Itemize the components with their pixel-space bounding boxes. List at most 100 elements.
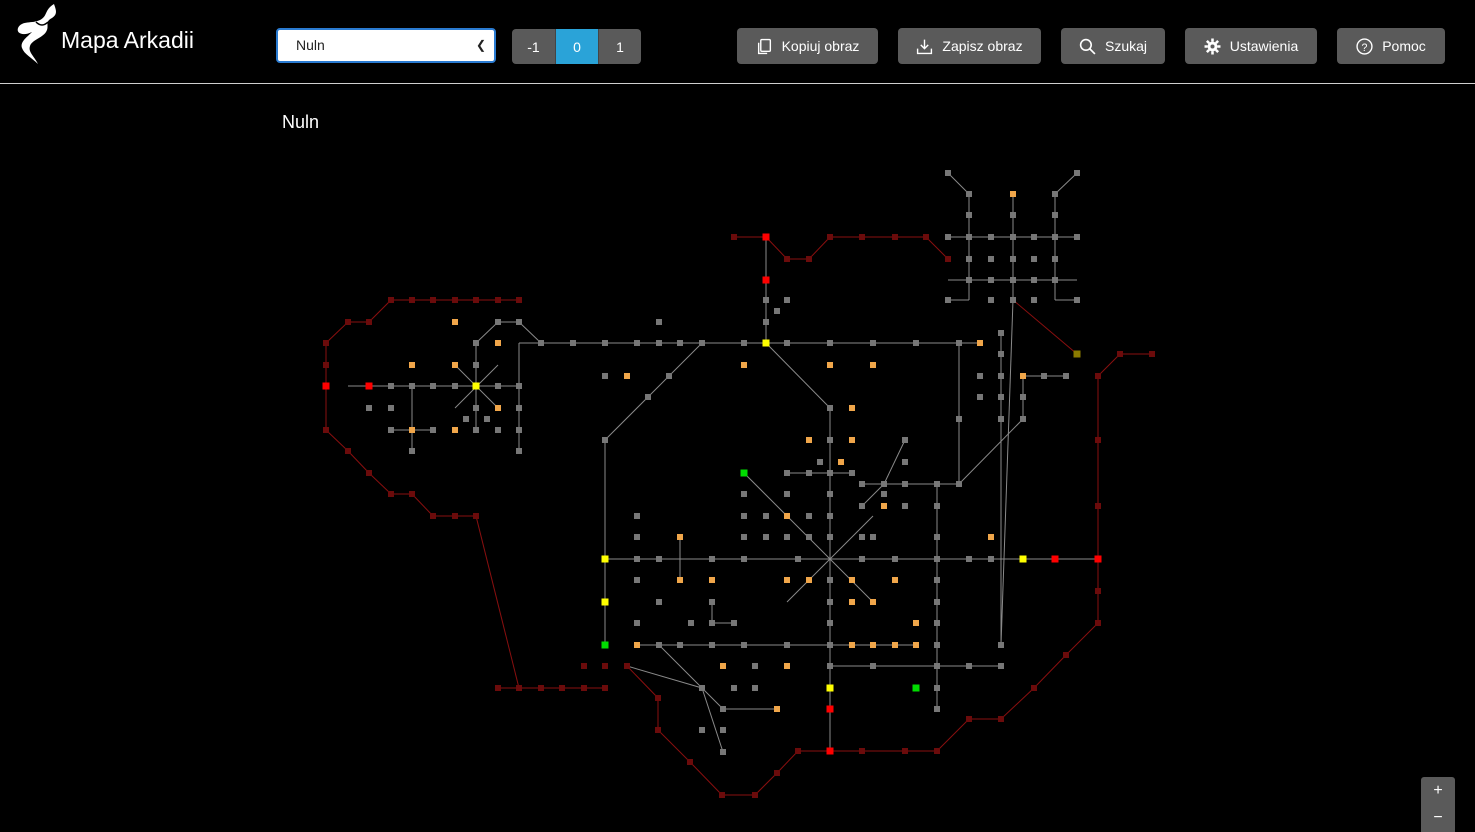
map-room[interactable] <box>601 555 609 563</box>
map-room[interactable] <box>752 685 758 691</box>
map-room[interactable] <box>516 383 522 389</box>
map-room[interactable] <box>699 340 705 346</box>
map-room[interactable] <box>859 748 865 754</box>
map-room[interactable] <box>473 340 479 346</box>
map-room[interactable] <box>1051 555 1059 563</box>
map-room[interactable] <box>634 534 640 540</box>
map-room[interactable] <box>762 339 770 347</box>
map-room[interactable] <box>902 748 908 754</box>
map-room[interactable] <box>934 503 940 509</box>
save-image-button[interactable]: Zapisz obraz <box>898 28 1041 64</box>
map-room[interactable] <box>998 351 1004 357</box>
city-map[interactable] <box>0 85 1475 832</box>
copy-image-button[interactable]: Kopiuj obraz <box>737 28 878 64</box>
map-room[interactable] <box>709 642 715 648</box>
map-room[interactable] <box>495 383 501 389</box>
map-room[interactable] <box>452 513 458 519</box>
map-room[interactable] <box>849 470 855 476</box>
map-room[interactable] <box>1094 555 1102 563</box>
map-room[interactable] <box>870 362 876 368</box>
map-room[interactable] <box>741 642 747 648</box>
map-room[interactable] <box>656 556 662 562</box>
map-room[interactable] <box>752 792 758 798</box>
map-room[interactable] <box>966 234 972 240</box>
map-room[interactable] <box>1063 652 1069 658</box>
map-room[interactable] <box>323 362 329 368</box>
map-room[interactable] <box>731 234 737 240</box>
map-room[interactable] <box>1052 277 1058 283</box>
map-room[interactable] <box>827 577 833 583</box>
map-room[interactable] <box>966 256 972 262</box>
map-room[interactable] <box>601 641 609 649</box>
map-room[interactable] <box>988 556 994 562</box>
map-room[interactable] <box>817 459 823 465</box>
map-room[interactable] <box>881 491 887 497</box>
map-room[interactable] <box>923 234 929 240</box>
map-room[interactable] <box>516 319 522 325</box>
map-room[interactable] <box>998 373 1004 379</box>
map-room[interactable] <box>827 642 833 648</box>
map-room[interactable] <box>934 706 940 712</box>
map-room[interactable] <box>323 340 329 346</box>
map-room[interactable] <box>409 362 415 368</box>
map-room[interactable] <box>1074 234 1080 240</box>
map-room[interactable] <box>345 448 351 454</box>
help-button[interactable]: ? Pomoc <box>1337 28 1445 64</box>
map-room[interactable] <box>484 416 490 422</box>
map-room[interactable] <box>934 534 940 540</box>
map-room[interactable] <box>366 470 372 476</box>
map-room[interactable] <box>934 481 940 487</box>
map-room[interactable] <box>1063 373 1069 379</box>
map-room[interactable] <box>998 330 1004 336</box>
map-room[interactable] <box>762 276 770 284</box>
map-room[interactable] <box>892 556 898 562</box>
map-room[interactable] <box>849 642 855 648</box>
map-room[interactable] <box>826 684 834 692</box>
map-room[interactable] <box>463 416 469 422</box>
map-room[interactable] <box>709 599 715 605</box>
map-room[interactable] <box>934 620 940 626</box>
map-room[interactable] <box>388 427 394 433</box>
map-room[interactable] <box>998 416 1004 422</box>
map-room[interactable] <box>977 373 983 379</box>
map-room[interactable] <box>806 470 812 476</box>
map-room[interactable] <box>827 405 833 411</box>
map-room[interactable] <box>826 705 834 713</box>
map-room[interactable] <box>1095 620 1101 626</box>
map-room[interactable] <box>687 759 693 765</box>
map-room[interactable] <box>784 663 790 669</box>
map-room[interactable] <box>870 534 876 540</box>
map-room[interactable] <box>634 620 640 626</box>
map-room[interactable] <box>452 427 458 433</box>
map-room[interactable] <box>601 598 609 606</box>
map-room[interactable] <box>827 491 833 497</box>
map-room[interactable] <box>988 256 994 262</box>
map-room[interactable] <box>709 577 715 583</box>
map-room[interactable] <box>827 599 833 605</box>
map-room[interactable] <box>656 340 662 346</box>
map-room[interactable] <box>912 684 920 692</box>
map-room[interactable] <box>1019 555 1027 563</box>
map-room[interactable] <box>826 747 834 755</box>
map-room[interactable] <box>806 437 812 443</box>
map-room[interactable] <box>655 727 661 733</box>
map-room[interactable] <box>934 556 940 562</box>
map-room[interactable] <box>602 663 608 669</box>
map-room[interactable] <box>688 620 694 626</box>
map-room[interactable] <box>827 340 833 346</box>
map-room[interactable] <box>913 340 919 346</box>
map-room[interactable] <box>934 599 940 605</box>
map-room[interactable] <box>966 212 972 218</box>
map-room[interactable] <box>741 513 747 519</box>
map-room[interactable] <box>699 685 705 691</box>
map-room[interactable] <box>1149 351 1155 357</box>
map-room[interactable] <box>913 642 919 648</box>
map-room[interactable] <box>516 405 522 411</box>
map-room[interactable] <box>677 577 683 583</box>
map-room[interactable] <box>827 234 833 240</box>
map-room[interactable] <box>966 556 972 562</box>
map-room[interactable] <box>1010 234 1016 240</box>
map-room[interactable] <box>762 233 770 241</box>
map-room[interactable] <box>559 685 565 691</box>
map-room[interactable] <box>966 663 972 669</box>
